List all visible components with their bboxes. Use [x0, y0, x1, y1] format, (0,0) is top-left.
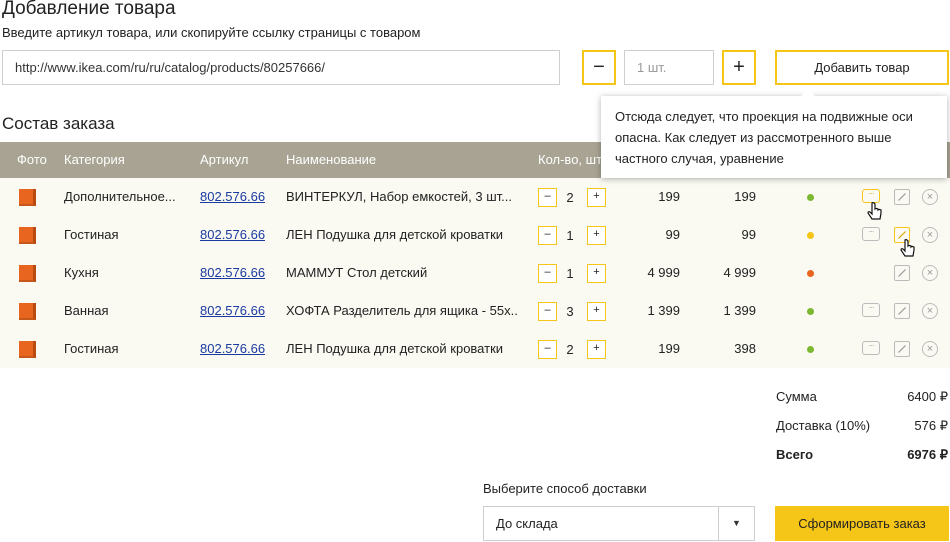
product-photo — [19, 227, 36, 244]
category-cell: Кухня — [64, 265, 99, 280]
product-name-cell: ЛЕН Подушка для детской кроватки — [286, 227, 504, 242]
row-qty-value[interactable]: 1 — [557, 216, 583, 254]
total-cell: 199 — [734, 189, 756, 204]
delivery-cost-value: 576 ₽ — [914, 418, 948, 433]
row-decrease-button[interactable]: – — [538, 188, 557, 207]
column-category: Категория — [64, 152, 125, 167]
qty-input[interactable]: 1 шт. — [624, 50, 714, 85]
price-cell: 4 999 — [647, 265, 680, 280]
sku-link[interactable]: 802.576.66 — [200, 254, 265, 292]
remove-icon[interactable]: × — [922, 189, 938, 205]
submit-order-button[interactable]: Сформировать заказ — [775, 506, 949, 541]
delivery-method-label: Выберите способ доставки — [483, 481, 647, 496]
comment-icon[interactable]: ··· — [862, 189, 880, 203]
column-sku: Артикул — [200, 152, 249, 167]
price-cell: 199 — [658, 341, 680, 356]
delivery-method-value: До склада — [496, 516, 558, 531]
row-qty-value[interactable]: 3 — [557, 292, 583, 330]
row-increase-button[interactable]: + — [587, 340, 606, 359]
total-label: Всего — [776, 447, 814, 462]
price-cell: 1 399 — [647, 303, 680, 318]
status-dot — [807, 270, 814, 277]
table-row: Ванная 802.576.66 ХОФТА Разделитель для … — [0, 292, 950, 330]
remove-icon[interactable]: × — [922, 303, 938, 319]
category-cell: Гостиная — [64, 341, 119, 356]
row-qty-value[interactable]: 1 — [557, 254, 583, 292]
row-increase-button[interactable]: + — [587, 302, 606, 321]
edit-icon[interactable] — [894, 341, 910, 357]
column-name: Наименование — [286, 152, 377, 167]
delivery-cost-label: Доставка (10%) — [776, 418, 871, 433]
product-name-cell: МАММУТ Стол детский — [286, 265, 428, 280]
row-decrease-button[interactable]: – — [538, 340, 557, 359]
remove-icon[interactable]: × — [922, 341, 938, 357]
add-product-button[interactable]: Добавить товар — [775, 50, 949, 85]
page-title: Добавление товара — [2, 0, 176, 19]
edit-icon[interactable] — [894, 303, 910, 319]
comment-tooltip: Отсюда следует, что проекция на подвижны… — [601, 89, 947, 178]
sku-link[interactable]: 802.576.66 — [200, 292, 265, 330]
total-cell: 4 999 — [723, 265, 756, 280]
edit-icon[interactable] — [894, 265, 910, 281]
sku-link[interactable]: 802.576.66 — [200, 178, 265, 216]
column-photo: Фото — [17, 152, 47, 167]
status-dot — [807, 232, 814, 239]
chevron-down-icon[interactable]: ▼ — [718, 507, 754, 540]
row-increase-button[interactable]: + — [587, 264, 606, 283]
product-name-cell: ЛЕН Подушка для детской кроватки — [286, 341, 504, 356]
total-cell: 99 — [741, 227, 756, 242]
category-cell: Дополнительное... — [64, 189, 176, 204]
status-dot — [807, 194, 814, 201]
status-dot — [807, 308, 814, 315]
remove-icon[interactable]: × — [922, 265, 938, 281]
table-row: Гостиная 802.576.66 ЛЕН Подушка для детс… — [0, 216, 950, 254]
delivery-method-select[interactable]: До склада ▼ — [483, 506, 755, 541]
sum-label: Сумма — [776, 389, 817, 404]
page-subtitle: Введите артикул товара, или скопируйте с… — [2, 25, 421, 40]
order-title: Состав заказа — [2, 114, 115, 133]
comment-icon[interactable]: ··· — [862, 341, 880, 355]
pointer-hand-icon — [866, 202, 884, 227]
row-decrease-button[interactable]: – — [538, 264, 557, 283]
sum-value: 6400 ₽ — [907, 389, 948, 404]
remove-icon[interactable]: × — [922, 227, 938, 243]
row-increase-button[interactable]: + — [587, 226, 606, 245]
comment-icon[interactable]: ··· — [862, 303, 880, 317]
price-cell: 199 — [658, 189, 680, 204]
row-decrease-button[interactable]: – — [538, 302, 557, 321]
product-photo — [19, 265, 36, 282]
total-cell: 1 399 — [723, 303, 756, 318]
table-row: Гостиная 802.576.66 ЛЕН Подушка для детс… — [0, 330, 950, 368]
total-cell: 398 — [734, 341, 756, 356]
total-value: 6976 ₽ — [907, 447, 948, 462]
product-name-cell: ХОФТА Разделитель для ящика - 55х... — [286, 303, 518, 318]
row-increase-button[interactable]: + — [587, 188, 606, 207]
product-photo — [19, 341, 36, 358]
table-row: Кухня 802.576.66 МАММУТ Стол детский – 1… — [0, 254, 950, 292]
table-row: Дополнительное... 802.576.66 ВИНТЕРКУЛ, … — [0, 178, 950, 216]
product-photo — [19, 189, 36, 206]
sku-link[interactable]: 802.576.66 — [200, 216, 265, 254]
comment-icon[interactable]: ··· — [862, 227, 880, 241]
increase-qty-button[interactable]: + — [722, 50, 756, 85]
price-cell: 99 — [665, 227, 680, 242]
sku-link[interactable]: 802.576.66 — [200, 330, 265, 368]
column-qty: Кол-во, шт — [538, 152, 603, 167]
product-photo — [19, 303, 36, 320]
category-cell: Ванная — [64, 303, 109, 318]
row-decrease-button[interactable]: – — [538, 226, 557, 245]
row-qty-value[interactable]: 2 — [557, 330, 583, 368]
row-qty-value[interactable]: 2 — [557, 178, 583, 216]
pointer-hand-icon — [899, 239, 917, 264]
edit-icon[interactable] — [894, 189, 910, 205]
product-url-input[interactable]: http://www.ikea.com/ru/ru/catalog/produc… — [2, 50, 560, 85]
product-name-cell: ВИНТЕРКУЛ, Набор емкостей, 3 шт... — [286, 189, 512, 204]
category-cell: Гостиная — [64, 227, 119, 242]
decrease-qty-button[interactable]: − — [582, 50, 616, 85]
status-dot — [807, 346, 814, 353]
